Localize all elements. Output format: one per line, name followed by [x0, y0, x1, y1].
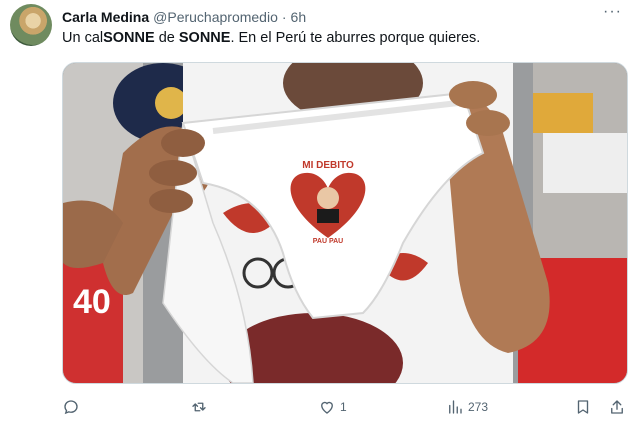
views-button[interactable]: 273 — [446, 398, 488, 416]
underwear-bottom-text: PAU PAU — [313, 238, 343, 245]
separator: · — [281, 9, 287, 25]
like-button[interactable]: 1 — [318, 398, 347, 416]
share-icon — [611, 400, 623, 414]
reply-button[interactable] — [62, 398, 80, 416]
svg-text:40: 40 — [73, 283, 111, 321]
tweet-text-part: Un cal — [62, 30, 104, 46]
author-name[interactable]: Carla Medina — [62, 9, 149, 25]
more-options-icon[interactable]: ··· — [603, 3, 622, 21]
heart-icon — [321, 401, 333, 414]
tweet: Carla Medina @Peruchapromedio · 6h ··· U… — [0, 0, 640, 426]
tweet-image[interactable]: 40 MI DEBITO PAU PAU — [62, 62, 628, 384]
retweet-button[interactable] — [190, 398, 208, 416]
photo-illustration: 40 MI DEBITO PAU PAU — [63, 63, 627, 383]
tweet-text-part: de — [154, 30, 179, 46]
views-icon — [449, 400, 462, 414]
share-button[interactable] — [608, 398, 626, 416]
tweet-text-bold: SONNE — [103, 30, 155, 46]
action-bar: 1 273 — [62, 398, 632, 418]
tweet-header: Carla Medina @Peruchapromedio · 6h — [62, 7, 620, 27]
timestamp[interactable]: 6h — [291, 9, 307, 25]
author-handle[interactable]: @Peruchapromedio — [153, 9, 278, 25]
tweet-text-part: . En el Perú te aburres porque quieres. — [230, 30, 481, 46]
bookmark-icon — [577, 400, 589, 414]
views-count: 273 — [468, 400, 489, 414]
like-count: 1 — [340, 400, 347, 414]
avatar[interactable] — [10, 4, 52, 46]
bookmark-button[interactable] — [574, 398, 592, 416]
tweet-text: Un calSONNE de SONNE. En el Perú te abur… — [62, 30, 480, 46]
reply-icon — [64, 400, 78, 415]
retweet-icon — [192, 402, 206, 412]
tweet-text-bold: SONNE — [178, 30, 231, 46]
underwear-top-text: MI DEBITO — [302, 160, 354, 171]
